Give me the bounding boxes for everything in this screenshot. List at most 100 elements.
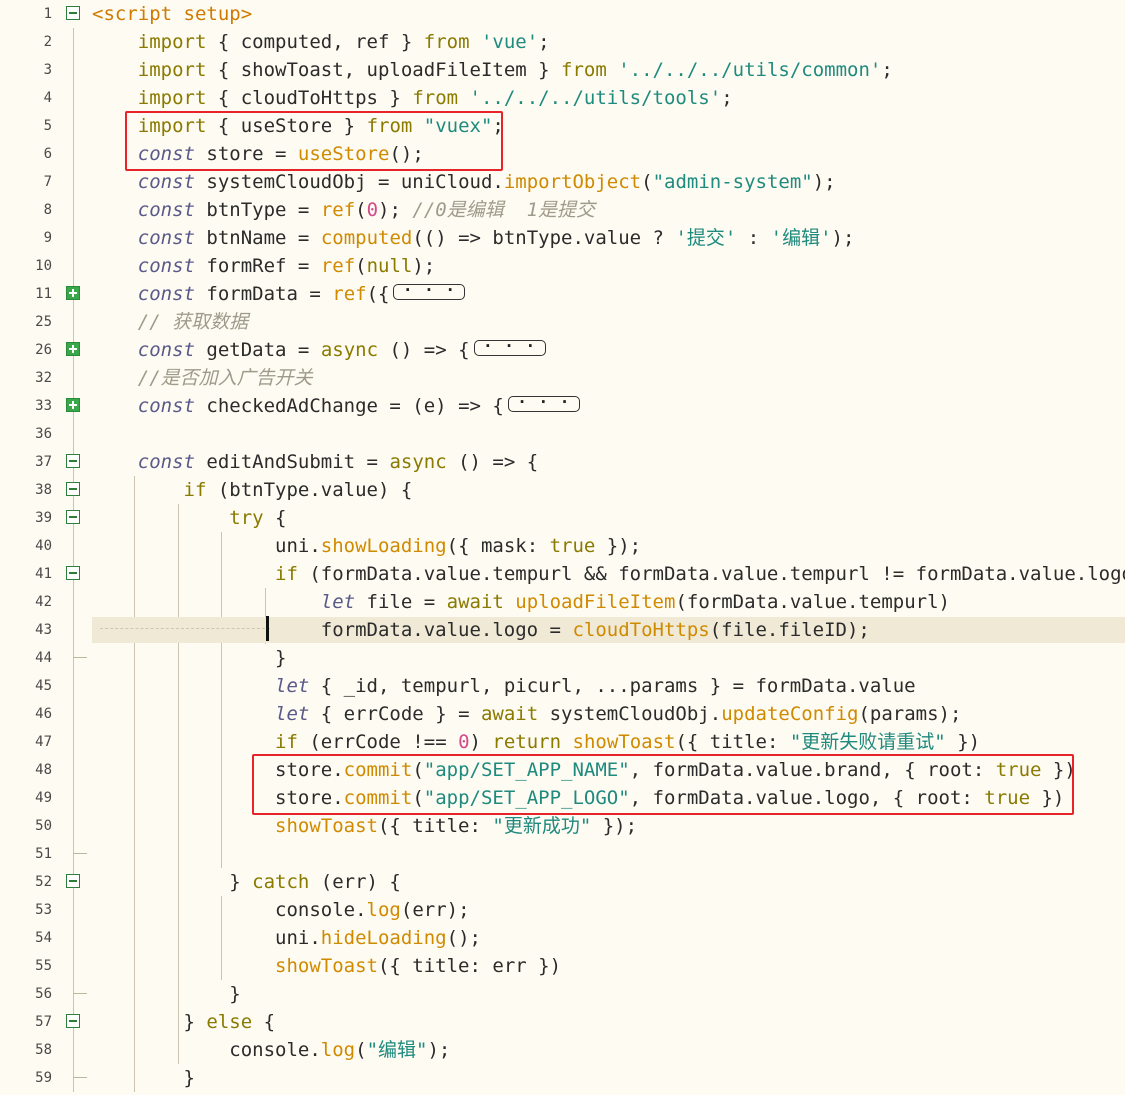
code-line-51[interactable]: 51 xyxy=(0,840,1125,868)
code-content: const editAndSubmit = async () => { xyxy=(137,451,539,473)
code-line-25[interactable]: 25 // 获取数据 xyxy=(0,308,1125,336)
code-text[interactable]: <script setup> xyxy=(92,0,252,28)
code-text[interactable]: } catch (err) { xyxy=(92,868,401,896)
current-line-indent-marker xyxy=(100,628,270,630)
code-line-38[interactable]: 38 if (btnType.value) { xyxy=(0,476,1125,504)
folded-code-ellipsis[interactable] xyxy=(507,388,580,416)
line-number: 56 xyxy=(35,986,52,1002)
code-text[interactable]: showToast({ title: "更新成功" }); xyxy=(92,812,637,840)
folded-code-ellipsis[interactable] xyxy=(393,276,466,304)
code-line-8[interactable]: 8 const btnType = ref(0); //0是编辑 1是提交 xyxy=(0,196,1125,224)
code-line-58[interactable]: 58 console.log("编辑"); xyxy=(0,1036,1125,1064)
code-text[interactable]: showToast({ title: err }) xyxy=(92,952,561,980)
code-text[interactable]: import { computed, ref } from 'vue'; xyxy=(92,28,550,56)
code-text[interactable]: const formData = ref({ xyxy=(92,276,466,308)
folded-code-ellipsis[interactable] xyxy=(473,332,546,360)
code-line-9[interactable]: 9 const btnName = computed(() => btnType… xyxy=(0,224,1125,252)
code-line-57[interactable]: 57 } else { xyxy=(0,1008,1125,1036)
code-line-44[interactable]: 44 } xyxy=(0,644,1125,672)
code-line-40[interactable]: 40 uni.showLoading({ mask: true }); xyxy=(0,532,1125,560)
code-line-3[interactable]: 3 import { showToast, uploadFileItem } f… xyxy=(0,56,1125,84)
code-text[interactable]: let file = await uploadFileItem(formData… xyxy=(92,588,950,616)
code-text[interactable]: const btnName = computed(() => btnType.v… xyxy=(92,224,855,252)
code-line-56[interactable]: 56 } xyxy=(0,980,1125,1008)
code-line-54[interactable]: 54 uni.hideLoading(); xyxy=(0,924,1125,952)
code-line-43[interactable]: 43 formData.value.logo = cloudToHttps(fi… xyxy=(0,616,1125,644)
code-line-59[interactable]: 59 } xyxy=(0,1064,1125,1092)
expand-fold-icon[interactable] xyxy=(66,342,80,356)
code-text[interactable]: let { errCode } = await systemCloudObj.u… xyxy=(92,700,961,728)
code-text[interactable]: const getData = async () => { xyxy=(92,332,546,364)
expand-fold-icon[interactable] xyxy=(66,398,80,412)
line-number: 36 xyxy=(35,426,52,442)
code-text[interactable]: if (formData.value.tempurl && formData.v… xyxy=(92,560,1125,588)
code-text[interactable]: console.log(err); xyxy=(92,896,470,924)
code-content: } xyxy=(92,647,287,669)
code-line-4[interactable]: 4 import { cloudToHttps } from '../../..… xyxy=(0,84,1125,112)
code-text[interactable]: const formRef = ref(null); xyxy=(92,252,435,280)
code-line-33[interactable]: 33 const checkedAdChange = (e) => { xyxy=(0,388,1125,420)
code-line-26[interactable]: 26 const getData = async () => { xyxy=(0,332,1125,364)
code-line-50[interactable]: 50 showToast({ title: "更新成功" }); xyxy=(0,812,1125,840)
code-line-46[interactable]: 46 let { errCode } = await systemCloudOb… xyxy=(0,700,1125,728)
code-text[interactable]: } xyxy=(92,1064,195,1092)
code-text[interactable]: } xyxy=(92,644,286,672)
code-text[interactable]: let { _id, tempurl, picurl, ...params } … xyxy=(92,672,916,700)
code-text[interactable]: uni.hideLoading(); xyxy=(92,924,481,952)
code-content: console.log(err); xyxy=(92,899,470,921)
line-number: 37 xyxy=(35,454,52,470)
code-line-41[interactable]: 41 if (formData.value.tempurl && formDat… xyxy=(0,560,1125,588)
code-content: if (btnType.value) { xyxy=(183,479,413,501)
code-line-1[interactable]: 1 <script setup> xyxy=(0,0,1125,28)
code-text[interactable]: uni.showLoading({ mask: true }); xyxy=(92,532,641,560)
code-text[interactable]: try { xyxy=(92,504,286,532)
code-text[interactable]: if (errCode !== 0) return showToast({ ti… xyxy=(92,728,980,756)
code-line-39[interactable]: 39 try { xyxy=(0,504,1125,532)
code-line-55[interactable]: 55 showToast({ title: err }) xyxy=(0,952,1125,980)
code-line-52[interactable]: 52 } catch (err) { xyxy=(0,868,1125,896)
collapse-fold-icon[interactable] xyxy=(66,454,80,468)
code-text[interactable]: const btnType = ref(0); //0是编辑 1是提交 xyxy=(92,196,595,224)
code-text[interactable]: formData.value.logo = cloudToHttps(file.… xyxy=(92,616,870,644)
collapse-fold-icon[interactable] xyxy=(66,566,80,580)
code-text[interactable]: const editAndSubmit = async () => { xyxy=(92,448,538,476)
code-line-36[interactable]: 36 xyxy=(0,420,1125,448)
code-text[interactable]: } else { xyxy=(92,1008,276,1036)
line-number: 52 xyxy=(35,874,52,890)
code-text[interactable]: if (btnType.value) { xyxy=(92,476,413,504)
code-line-45[interactable]: 45 let { _id, tempurl, picurl, ...params… xyxy=(0,672,1125,700)
code-line-42[interactable]: 42 let file = await uploadFileItem(formD… xyxy=(0,588,1125,616)
line-number: 50 xyxy=(35,818,52,834)
code-content: const checkedAdChange = (e) => { xyxy=(137,395,504,417)
line-number: 58 xyxy=(35,1042,52,1058)
code-line-53[interactable]: 53 console.log(err); xyxy=(0,896,1125,924)
line-number: 48 xyxy=(35,762,52,778)
expand-fold-icon[interactable] xyxy=(66,286,80,300)
code-line-7[interactable]: 7 const systemCloudObj = uniCloud.import… xyxy=(0,168,1125,196)
collapse-fold-icon[interactable] xyxy=(66,874,80,888)
code-content: import { showToast, uploadFileItem } fro… xyxy=(137,59,893,81)
collapse-fold-icon[interactable] xyxy=(66,482,80,496)
code-line-10[interactable]: 10 const formRef = ref(null); xyxy=(0,252,1125,280)
code-text[interactable]: const checkedAdChange = (e) => { xyxy=(92,388,580,420)
code-line-11[interactable]: 11 const formData = ref({ xyxy=(0,276,1125,308)
code-text[interactable]: //是否加入广告开关 xyxy=(92,364,313,392)
code-line-47[interactable]: 47 if (errCode !== 0) return showToast({… xyxy=(0,728,1125,756)
code-editor[interactable]: 1 <script setup> 2 import { computed, ref … xyxy=(0,0,1125,1095)
code-text[interactable]: import { showToast, uploadFileItem } fro… xyxy=(92,56,893,84)
code-content: uni.hideLoading(); xyxy=(92,927,481,949)
code-text[interactable]: const systemCloudObj = uniCloud.importOb… xyxy=(92,168,836,196)
code-line-37[interactable]: 37 const editAndSubmit = async () => { xyxy=(0,448,1125,476)
collapse-fold-icon[interactable] xyxy=(66,1014,80,1028)
line-number: 2 xyxy=(43,34,52,50)
code-text[interactable]: console.log("编辑"); xyxy=(92,1036,450,1064)
code-line-2[interactable]: 2 import { computed, ref } from 'vue'; xyxy=(0,28,1125,56)
code-text[interactable]: // 获取数据 xyxy=(92,308,248,336)
code-content: const btnType = ref(0); //0是编辑 1是提交 xyxy=(137,199,596,221)
collapse-fold-icon[interactable] xyxy=(66,6,80,20)
collapse-fold-icon[interactable] xyxy=(66,510,80,524)
code-text[interactable]: } xyxy=(92,980,240,1008)
line-number: 51 xyxy=(35,846,52,862)
code-text[interactable]: import { cloudToHttps } from '../../../u… xyxy=(92,84,733,112)
line-number: 26 xyxy=(35,342,52,358)
